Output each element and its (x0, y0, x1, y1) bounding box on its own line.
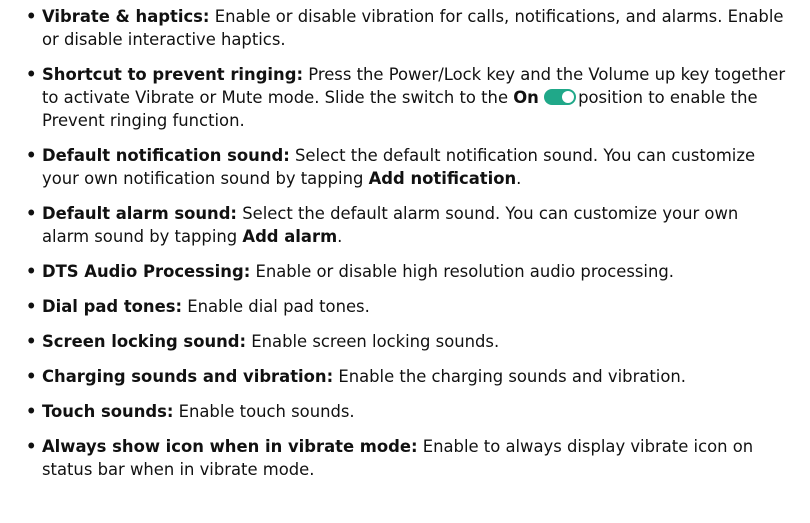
bullet: • (26, 297, 37, 316)
item-term: Vibrate & haptics: (42, 7, 210, 26)
item-text: Enable touch sounds. (178, 402, 355, 421)
bullet: • (26, 146, 37, 165)
list-item-vibrate-haptics: • Vibrate & haptics: Enable or disable v… (26, 5, 790, 51)
item-text: Enable the charging sounds and vibration… (338, 367, 686, 386)
item-term: Shortcut to prevent ringing: (42, 65, 304, 84)
list-item-screen-locking-sound: • Screen locking sound: Enable screen lo… (26, 330, 790, 353)
item-term: Always show icon when in vibrate mode: (42, 437, 418, 456)
item-text: Enable dial pad tones. (187, 297, 370, 316)
item-term: Charging sounds and vibration: (42, 367, 334, 386)
bullet: • (26, 65, 37, 84)
bullet: • (26, 437, 37, 456)
item-term: Dial pad tones: (42, 297, 183, 316)
bullet: • (26, 7, 37, 26)
bullet: • (26, 204, 37, 223)
list-item-default-alarm-sound: • Default alarm sound: Select the defaul… (26, 202, 790, 248)
add-alarm-label: Add alarm (242, 227, 338, 246)
list-item-dts-audio-processing: • DTS Audio Processing: Enable or disabl… (26, 260, 790, 283)
item-tail: . (337, 227, 343, 246)
item-term: Default notification sound: (42, 146, 290, 165)
toggle-switch-icon (544, 89, 577, 105)
item-term: Touch sounds: (42, 402, 174, 421)
bullet: • (26, 262, 37, 281)
list-item-shortcut-prevent-ringing: • Shortcut to prevent ringing: Press the… (26, 63, 790, 132)
bullet: • (26, 332, 37, 351)
item-term: DTS Audio Processing: (42, 262, 251, 281)
list-item-always-show-vibrate-icon: • Always show icon when in vibrate mode:… (26, 435, 790, 481)
list-item-touch-sounds: • Touch sounds: Enable touch sounds. (26, 400, 790, 423)
list-item-charging-sounds-vibration: • Charging sounds and vibration: Enable … (26, 365, 790, 388)
item-term: Default alarm sound: (42, 204, 237, 223)
list-item-dial-pad-tones: • Dial pad tones: Enable dial pad tones. (26, 295, 790, 318)
add-notification-label: Add notification (368, 169, 517, 188)
bullet: • (26, 402, 37, 421)
toggle-knob (562, 91, 575, 103)
item-tail: . (516, 169, 522, 188)
on-label: On (513, 88, 539, 107)
item-text: Enable screen locking sounds. (251, 332, 500, 351)
bullet: • (26, 367, 37, 386)
list-item-default-notification-sound: • Default notification sound: Select the… (26, 144, 790, 190)
item-text: Enable or disable high resolution audio … (255, 262, 674, 281)
item-term: Screen locking sound: (42, 332, 247, 351)
settings-sound-description-list: • Vibrate & haptics: Enable or disable v… (0, 0, 810, 523)
